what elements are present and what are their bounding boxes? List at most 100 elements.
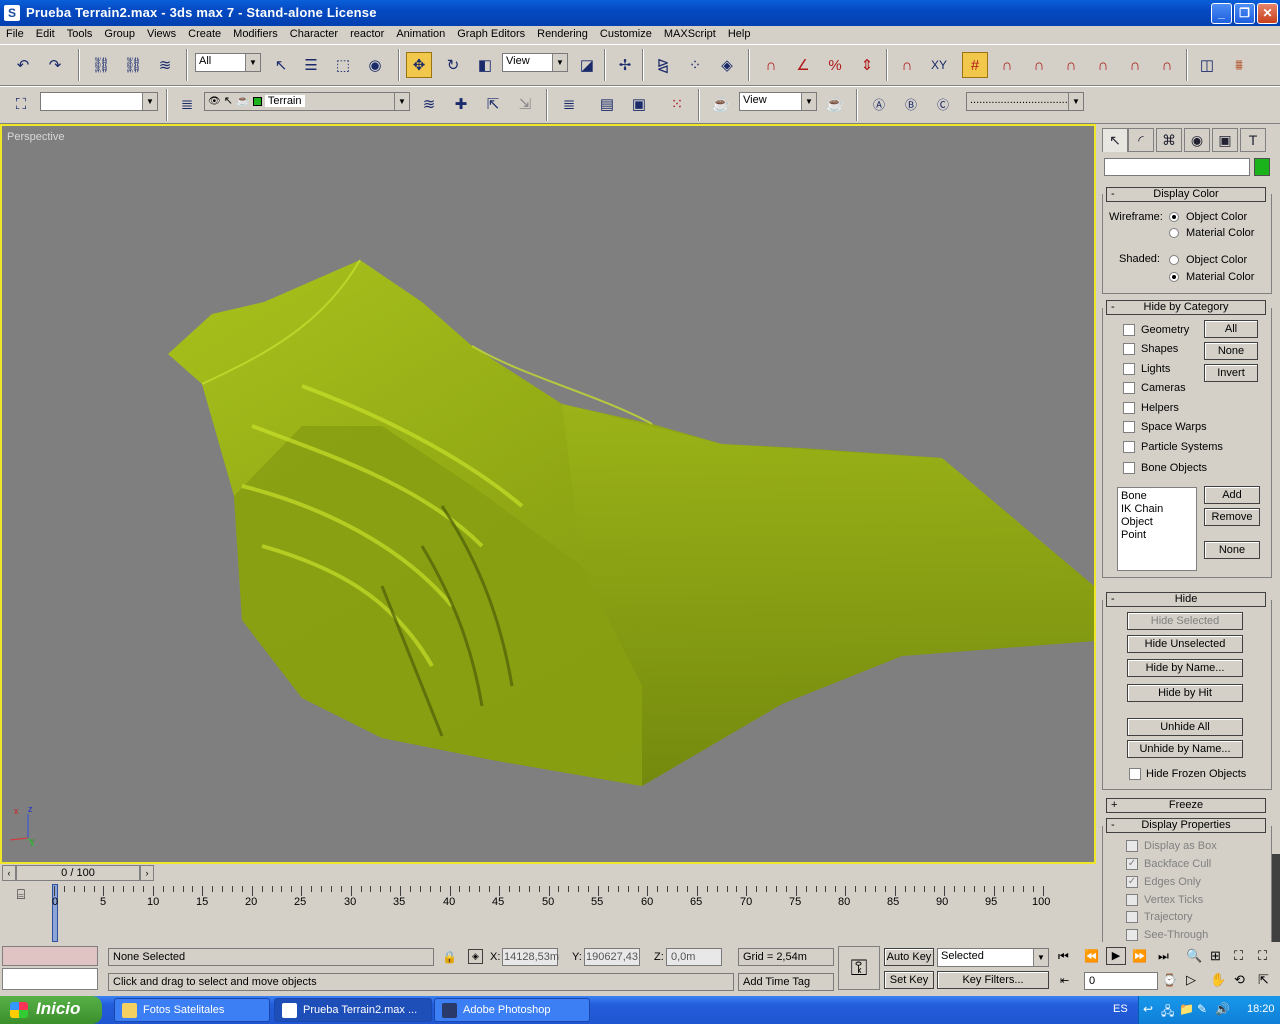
zoom-extents-all-icon[interactable]: ⛶ — [1258, 948, 1267, 964]
object-color-swatch[interactable] — [1254, 158, 1270, 176]
maximize-viewport-icon[interactable]: ⇱ — [1258, 972, 1269, 988]
menu-create[interactable]: Create — [182, 26, 227, 44]
named-selection-icon[interactable]: ⛶ — [8, 91, 34, 117]
see-through-checkbox[interactable] — [1126, 929, 1138, 941]
current-frame-field[interactable]: 0 — [1084, 972, 1158, 990]
hide-invert-button[interactable]: Invert — [1204, 364, 1258, 382]
slider-prev-icon[interactable]: ‹ — [2, 865, 16, 881]
render-preset-a-icon[interactable]: Ⓐ — [866, 91, 892, 117]
set-keys-key-icon[interactable]: ⚿ — [838, 946, 880, 990]
snap-endpoint-icon[interactable]: ∩ — [1026, 52, 1052, 78]
add-category-button[interactable]: Add — [1204, 486, 1260, 504]
task-photoshop[interactable]: Adobe Photoshop — [434, 998, 590, 1022]
list-item[interactable]: Bone — [1121, 490, 1193, 503]
array-icon[interactable]: ⁘ — [682, 52, 708, 78]
tray-network-icon[interactable]: 🖧 — [1161, 1002, 1174, 1023]
snap-toggle-icon[interactable]: # — [962, 52, 988, 78]
lock-selection-icon[interactable]: 🔒 — [442, 950, 457, 964]
menu-file[interactable]: File — [0, 26, 30, 44]
wireframe-object-color-radio[interactable] — [1169, 212, 1179, 222]
restrict-x-icon[interactable]: ∩ — [894, 52, 920, 78]
motion-tab-icon[interactable]: ◉ — [1184, 128, 1210, 152]
menu-help[interactable]: Help — [722, 26, 757, 44]
mirror-icon[interactable]: ⧎ — [650, 52, 676, 78]
snap-edge-icon[interactable]: ∩ — [1090, 52, 1116, 78]
zoom-all-icon[interactable]: ⊞ — [1210, 948, 1221, 964]
menu-reactor[interactable]: reactor — [344, 26, 390, 44]
time-slider[interactable]: ‹ 0 / 100 › — [0, 864, 1096, 882]
select-and-scale-icon[interactable]: ◧ — [472, 52, 498, 78]
hide-unselected-button[interactable]: Hide Unselected — [1127, 635, 1243, 653]
key-mode-toggle-icon[interactable]: ⇤ — [1060, 974, 1069, 987]
menu-maxscript[interactable]: MAXScript — [658, 26, 722, 44]
menu-group[interactable]: Group — [98, 26, 141, 44]
go-to-end-icon[interactable]: ⏭ — [1158, 949, 1169, 964]
trajectory-checkbox[interactable] — [1126, 911, 1138, 923]
go-to-start-icon[interactable]: ⏮ — [1058, 949, 1069, 964]
panel-scrollbar[interactable] — [1272, 854, 1280, 942]
hide-by-category-header[interactable]: - Hide by Category — [1106, 300, 1266, 315]
minimize-button[interactable]: _ — [1211, 3, 1232, 24]
select-and-link-icon[interactable]: ⛓ — [88, 52, 114, 78]
close-button[interactable]: ✕ — [1257, 3, 1278, 24]
menu-tools[interactable]: Tools — [61, 26, 99, 44]
zoom-icon[interactable]: 🔍 — [1186, 948, 1202, 964]
restrict-xy-icon[interactable]: XY — [926, 52, 952, 78]
helpers-checkbox[interactable] — [1123, 402, 1135, 414]
lights-checkbox[interactable] — [1123, 363, 1135, 375]
current-frame-marker[interactable] — [52, 884, 58, 942]
tray-volume-icon[interactable]: 🔊 — [1215, 1002, 1230, 1016]
task-3dsmax[interactable]: Prueba Terrain2.max ... — [274, 998, 432, 1022]
render-view-dropdown[interactable]: View ▼ — [739, 92, 817, 111]
menu-views[interactable]: Views — [141, 26, 182, 44]
start-button[interactable]: Inicio — [0, 996, 102, 1024]
hide-selected-button[interactable]: Hide Selected — [1127, 612, 1243, 630]
display-properties-header[interactable]: - Display Properties — [1106, 818, 1266, 833]
track-bar[interactable]: ⌸ 0 5 10 15 20 25 30 35 40 45 50 55 60 6… — [0, 882, 1096, 942]
object-name-field[interactable] — [1104, 158, 1250, 176]
select-and-move-icon[interactable]: ✥ — [406, 52, 432, 78]
select-and-rotate-icon[interactable]: ↻ — [440, 52, 466, 78]
terrain-mesh[interactable] — [2, 126, 1094, 862]
particle-systems-checkbox[interactable] — [1123, 441, 1135, 453]
layer-dropdown[interactable]: 👁 ↖ ☕ Terrain ▼ — [204, 92, 410, 111]
material-editor-icon[interactable]: ⁙ — [664, 91, 690, 117]
maxscript-listener-pink[interactable] — [2, 946, 98, 966]
wireframe-material-color-radio[interactable] — [1169, 228, 1179, 238]
app-icon[interactable]: S — [4, 5, 20, 21]
shaded-material-color-radio[interactable] — [1169, 272, 1179, 282]
display-as-box-checkbox[interactable] — [1126, 840, 1138, 852]
hide-none-button[interactable]: None — [1204, 342, 1258, 360]
menu-modifiers[interactable]: Modifiers — [227, 26, 284, 44]
vertex-ticks-checkbox[interactable] — [1126, 894, 1138, 906]
create-tab-icon[interactable]: ↖ — [1102, 128, 1128, 152]
pivot-center-icon[interactable]: ◪ — [574, 52, 600, 78]
menu-rendering[interactable]: Rendering — [531, 26, 594, 44]
previous-frame-icon[interactable]: ⏪ — [1084, 949, 1099, 963]
hide-frozen-objects-checkbox[interactable] — [1129, 768, 1141, 780]
mini-curve-editor-icon[interactable]: ⌸ — [10, 886, 32, 906]
snap-face-icon[interactable]: ∩ — [1122, 52, 1148, 78]
named-selection-dropdown[interactable]: ▼ — [40, 92, 158, 111]
play-icon[interactable]: ▶ — [1106, 947, 1126, 965]
hide-by-hit-button[interactable]: Hide by Hit — [1127, 684, 1243, 702]
utilities-tab-icon[interactable]: T — [1240, 128, 1266, 152]
freeze-header[interactable]: + Freeze — [1106, 798, 1266, 813]
none-category-button[interactable]: None — [1204, 541, 1260, 559]
unlink-icon[interactable]: ⛓ — [120, 52, 146, 78]
edges-only-checkbox[interactable]: ✓ — [1126, 876, 1138, 888]
category-listbox[interactable]: Bone IK Chain Object Point — [1117, 487, 1197, 571]
hide-header[interactable]: - Hide — [1106, 592, 1266, 607]
create-layer-icon[interactable]: ≋ — [416, 91, 442, 117]
bind-to-space-warp-icon[interactable]: ≋ — [152, 52, 178, 78]
cameras-checkbox[interactable] — [1123, 382, 1135, 394]
hide-all-button[interactable]: All — [1204, 320, 1258, 338]
slider-next-icon[interactable]: › — [140, 865, 154, 881]
snap-vertex-icon[interactable]: ∩ — [994, 52, 1020, 78]
list-item[interactable]: Point — [1121, 529, 1193, 542]
undo-icon[interactable]: ↶ — [10, 52, 36, 78]
display-color-header[interactable]: - Display Color — [1106, 187, 1266, 202]
tray-back-icon[interactable]: ↩ — [1143, 1002, 1153, 1016]
space-warps-checkbox[interactable] — [1123, 421, 1135, 433]
maxscript-listener-white[interactable] — [2, 968, 98, 990]
